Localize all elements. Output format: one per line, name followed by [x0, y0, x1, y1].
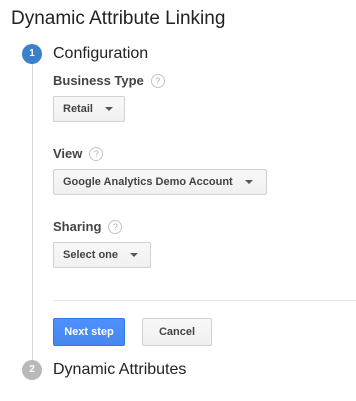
page-title: Dynamic Attribute Linking [11, 8, 226, 29]
sharing-selected-value: Select one [63, 249, 119, 261]
sharing-label: Sharing ? [53, 219, 123, 234]
sharing-dropdown[interactable]: Select one [53, 242, 151, 268]
step-1-number-badge: 1 [22, 44, 42, 64]
help-icon[interactable]: ? [89, 146, 104, 161]
view-label: View ? [53, 146, 104, 161]
section-divider [53, 300, 356, 301]
chevron-down-icon [130, 253, 139, 257]
step-2-number-badge: 2 [22, 360, 42, 380]
step-2-title: Dynamic Attributes [53, 361, 187, 378]
business-type-label-text: Business Type [53, 73, 144, 88]
business-type-label: Business Type ? [53, 73, 165, 88]
step-1-title: Configuration [53, 45, 149, 62]
sharing-label-text: Sharing [53, 219, 102, 234]
help-icon[interactable]: ? [108, 219, 123, 234]
chevron-down-icon [104, 107, 113, 111]
next-step-button[interactable]: Next step [53, 318, 125, 346]
view-label-text: View [53, 146, 83, 161]
help-icon[interactable]: ? [150, 73, 165, 88]
business-type-selected-value: Retail [63, 103, 93, 115]
view-selected-value: Google Analytics Demo Account [63, 176, 233, 188]
view-dropdown[interactable]: Google Analytics Demo Account [53, 169, 267, 195]
business-type-dropdown[interactable]: Retail [53, 96, 125, 122]
cancel-button[interactable]: Cancel [142, 318, 212, 346]
chevron-down-icon [244, 180, 253, 184]
step-connector-line [32, 64, 33, 360]
